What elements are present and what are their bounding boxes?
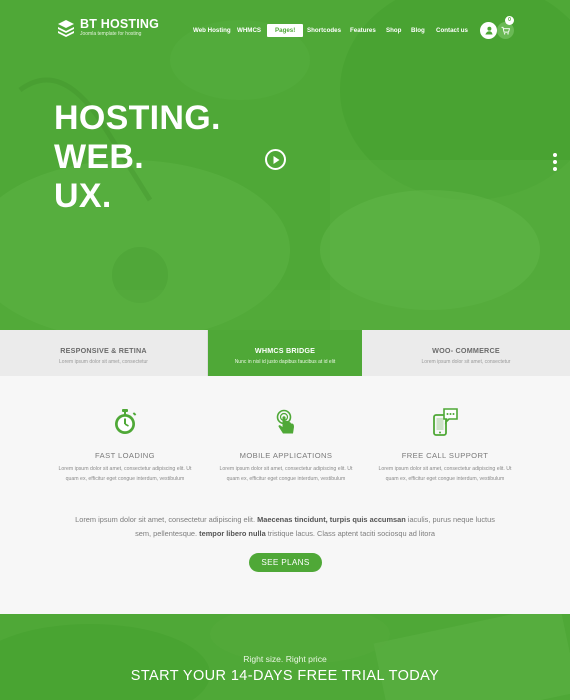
tab-title: WHMCS BRIDGE (254, 346, 316, 355)
intro-bold-text: tempor libero nulla (199, 529, 266, 538)
trial-cta-section: Right size. Right price START YOUR 14-DA… (0, 614, 570, 700)
nav-item-shop[interactable]: Shop (386, 24, 401, 37)
slider-dot[interactable] (553, 167, 557, 171)
cart-count-badge: 0 (505, 16, 514, 25)
intro-text: tristique lacus. Class aptent taciti soc… (265, 529, 435, 538)
feature-free-call-support: FREE CALL SUPPORT Lorem ipsum dolor sit … (375, 408, 515, 484)
feature-text: Lorem ipsum dolor sit amet, consectetur … (219, 466, 353, 482)
brand-logo[interactable]: BT HOSTING Joomla template for hosting (56, 18, 159, 38)
features-section: FAST LOADING Lorem ipsum dolor sit amet,… (0, 376, 570, 614)
intro-bold-text: Maecenas tincidunt, turpis quis accumsan (257, 515, 406, 524)
user-account-button[interactable] (480, 22, 497, 39)
intro-text: sem, pellentesque. (135, 529, 200, 538)
slider-pagination (553, 153, 557, 174)
intro-text: iaculis, purus neque luctus (405, 515, 495, 524)
slider-dot[interactable] (553, 153, 557, 157)
touch-hand-icon (276, 409, 294, 434)
hero-section: BT HOSTING Joomla template for hosting W… (0, 0, 570, 330)
intro-line-1: Lorem ipsum dolor sit amet, consectetur … (60, 513, 510, 527)
intro-line-2: sem, pellentesque. tempor libero nulla t… (60, 527, 510, 541)
tab-title: WOO- COMMERCE (432, 346, 500, 355)
nav-item-contact-us[interactable]: Contact us (436, 24, 468, 37)
feature-title: MOBILE APPLICATIONS (239, 451, 333, 460)
intro-text: Lorem ipsum dolor sit amet, consectetur … (75, 515, 258, 524)
stack-logo-icon (58, 20, 74, 37)
nav-item-features[interactable]: Features (350, 24, 376, 37)
stopwatch-icon (115, 409, 137, 434)
feature-title: FREE CALL SUPPORT (401, 451, 489, 460)
nav-item-blog[interactable]: Blog (411, 24, 425, 37)
cta-title: START YOUR 14-DAYS FREE TRIAL TODAY (130, 668, 440, 684)
feature-fast-loading: FAST LOADING Lorem ipsum dolor sit amet,… (55, 408, 195, 484)
slider-dot[interactable] (553, 160, 557, 164)
see-plans-button[interactable]: SEE PLANS (249, 553, 322, 572)
hero-line-3: UX. (54, 177, 112, 215)
brand-tagline: Joomla template for hosting (80, 31, 142, 37)
feature-text: Lorem ipsum dolor sit amet, consectetur … (378, 466, 512, 482)
feature-tabs: RESPONSIVE & RETINA Lorem ipsum dolor si… (0, 330, 570, 376)
tab-text: Lorem ipsum dolor sit amet, consectetur (59, 359, 148, 365)
hero-headline: HOSTING. WEB. UX. (54, 99, 221, 216)
cta-subtitle: Right size. Right price (243, 654, 327, 664)
tab-title: RESPONSIVE & RETINA (60, 346, 147, 355)
hero-line-2: WEB. (54, 138, 144, 176)
nav-item-shortcodes[interactable]: Shortcodes (307, 24, 341, 37)
feature-text: Lorem ipsum dolor sit amet, consectetur … (58, 466, 192, 482)
shopping-cart-icon (501, 26, 510, 35)
tab-text: Lorem ipsum dolor sit amet, consectetur (421, 359, 511, 365)
nav-item-whmcs[interactable]: WHMCS (237, 24, 261, 37)
user-icon (485, 26, 493, 35)
feature-title: FAST LOADING (95, 451, 155, 460)
tab-whmcs-bridge[interactable]: WHMCS BRIDGE Nunc in nisl id justo dapib… (208, 330, 362, 376)
tab-woo-commerce[interactable]: WOO- COMMERCE Lorem ipsum dolor sit amet… (362, 330, 570, 376)
nav-item-web-hosting[interactable]: Web Hosting (193, 24, 231, 37)
intro-paragraph: Lorem ipsum dolor sit amet, consectetur … (60, 513, 510, 541)
play-icon (273, 155, 279, 164)
tab-text: Nunc in nisl id justo dapibus faucibus a… (234, 359, 336, 365)
tab-responsive-retina[interactable]: RESPONSIVE & RETINA Lorem ipsum dolor si… (0, 330, 208, 376)
nav-item-pages[interactable]: Pages! (267, 24, 304, 37)
phone-chat-icon (433, 408, 458, 436)
play-video-button[interactable] (265, 149, 286, 170)
hero-line-1: HOSTING. (54, 99, 221, 137)
feature-mobile-applications: MOBILE APPLICATIONS Lorem ipsum dolor si… (216, 408, 356, 484)
brand-name: BT HOSTING (80, 17, 160, 31)
